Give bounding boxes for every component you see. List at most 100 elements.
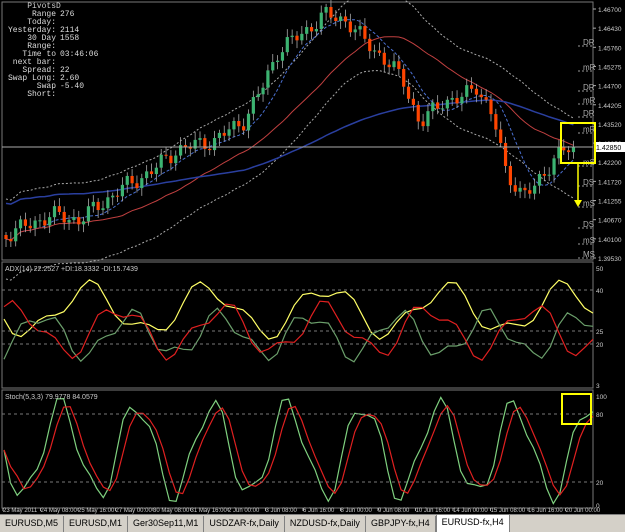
candle-body [523, 187, 527, 191]
candle-body [18, 219, 23, 229]
adx-label: ADX(14) 22.2527 +DI:18.3332 -DI:15.7439 [5, 266, 138, 273]
tab-eurusd-m1[interactable]: EURUSD,M1 [64, 516, 129, 532]
candle-body [38, 220, 42, 222]
stoch-pane[interactable] [1, 389, 594, 509]
tab-usdzar-daily[interactable]: USDZAR-fx,Daily [204, 516, 285, 532]
pivot-label: DR [583, 83, 595, 92]
candle-body [111, 195, 115, 198]
chart-tab-bar: EURUSD,M5 EURUSD,M1 Ger30Sep11,M1 USDZAR… [0, 514, 625, 532]
candle-body [145, 171, 149, 179]
candle-body [440, 108, 445, 110]
candle-body [319, 12, 323, 29]
candle-body [382, 52, 386, 65]
candle-body [300, 33, 304, 41]
tab-gbpjpy-h4[interactable]: GBPJPY-fx,H4 [366, 516, 436, 532]
candle-body [149, 171, 154, 175]
candle-body [513, 185, 517, 192]
candle-body [373, 50, 377, 52]
candle-body [406, 86, 411, 99]
candle-body [96, 201, 100, 211]
candle-body [169, 155, 173, 164]
current-price-label: 1.42850 [596, 145, 621, 152]
price-tick-label: 1.44205 [598, 103, 622, 110]
candle-body [227, 129, 231, 136]
candle-body [140, 178, 144, 189]
candle-body [271, 62, 275, 71]
highlight-box-stoch [561, 393, 592, 425]
candle-body [489, 99, 493, 115]
candle-body [135, 183, 139, 189]
candle-body [120, 184, 124, 197]
candle-body [343, 16, 348, 22]
candle-body [295, 35, 299, 41]
down-arrow-icon [574, 200, 582, 207]
bollinger-lower [5, 70, 574, 281]
candle-body [552, 158, 556, 175]
candle-body [411, 98, 415, 105]
candle-body [503, 142, 508, 166]
candle-body [460, 96, 464, 104]
candle-body [86, 206, 91, 222]
candle-body [57, 206, 61, 212]
pivot-label: mR [583, 96, 596, 105]
candle-body [392, 61, 396, 68]
candle-body [261, 87, 265, 95]
candle-body [208, 148, 212, 151]
adx-level-label: 40 [596, 288, 604, 295]
tab-eurusd-m5[interactable]: EURUSD,M5 [0, 516, 65, 532]
candle-body [402, 68, 406, 87]
candle-body [397, 61, 401, 69]
candle-body [348, 21, 352, 33]
candle-body [518, 187, 522, 192]
candle-body [106, 197, 110, 209]
candle-body [280, 52, 285, 61]
price-tick-label: 1.45760 [598, 45, 622, 52]
candle-body [358, 26, 362, 30]
minus-di-line [3, 299, 594, 361]
candle-body [421, 121, 425, 127]
candle-body [232, 121, 236, 130]
price-tick-label: 1.40100 [598, 237, 622, 244]
candle-body [77, 217, 81, 225]
candle-body [368, 38, 372, 52]
plus-di-line [3, 307, 594, 363]
price-tick-label: 1.46700 [598, 7, 622, 14]
candle-body [62, 211, 66, 223]
candle-body [276, 60, 280, 63]
candle-body [154, 167, 158, 175]
candle-body [43, 220, 47, 226]
candle-body [499, 129, 503, 143]
pivot-label: mR [583, 63, 596, 72]
candle-body [82, 221, 86, 225]
stoch-level-label: 0 [596, 503, 600, 510]
candle-body [445, 99, 449, 109]
candle-body [465, 85, 469, 97]
price-tick-label: 1.40670 [598, 218, 622, 225]
candle-body [508, 165, 512, 186]
candle-body [251, 97, 255, 114]
pivot-label: MS [583, 250, 595, 259]
adx-level-label: 50 [596, 266, 604, 273]
info-row: Swap Short: -5.40 [27, 82, 85, 99]
candle-body [14, 228, 18, 242]
candle-body [339, 16, 343, 21]
candle-body [246, 113, 251, 131]
candle-body [377, 50, 382, 53]
candle-body [256, 94, 260, 98]
candle-body [237, 121, 241, 127]
candle-body [470, 85, 474, 89]
candle-body [67, 220, 71, 223]
tab-nzdusd-daily[interactable]: NZDUSD-fx,Daily [285, 516, 366, 532]
candle-body [426, 111, 430, 127]
stoch-label: Stoch(5,3,3) 79.9778 84.0579 [5, 394, 98, 401]
adx-line [3, 279, 594, 341]
price-tick-label: 1.41720 [598, 179, 622, 186]
candle-body [436, 102, 440, 109]
tab-eurusd-h4[interactable]: EURUSD-fx,H4 [435, 514, 510, 532]
pivots-info-box: PivotsD Range Today: 276 Yesterday: 2114 3… [4, 3, 98, 99]
tab-ger30-m1[interactable]: Ger30Sep11,M1 [128, 516, 205, 532]
candle-body [416, 104, 420, 122]
pivot-label: mR [583, 125, 596, 134]
candle-body [4, 235, 8, 239]
info-row: 30 Day Range: 1558 [27, 34, 80, 51]
